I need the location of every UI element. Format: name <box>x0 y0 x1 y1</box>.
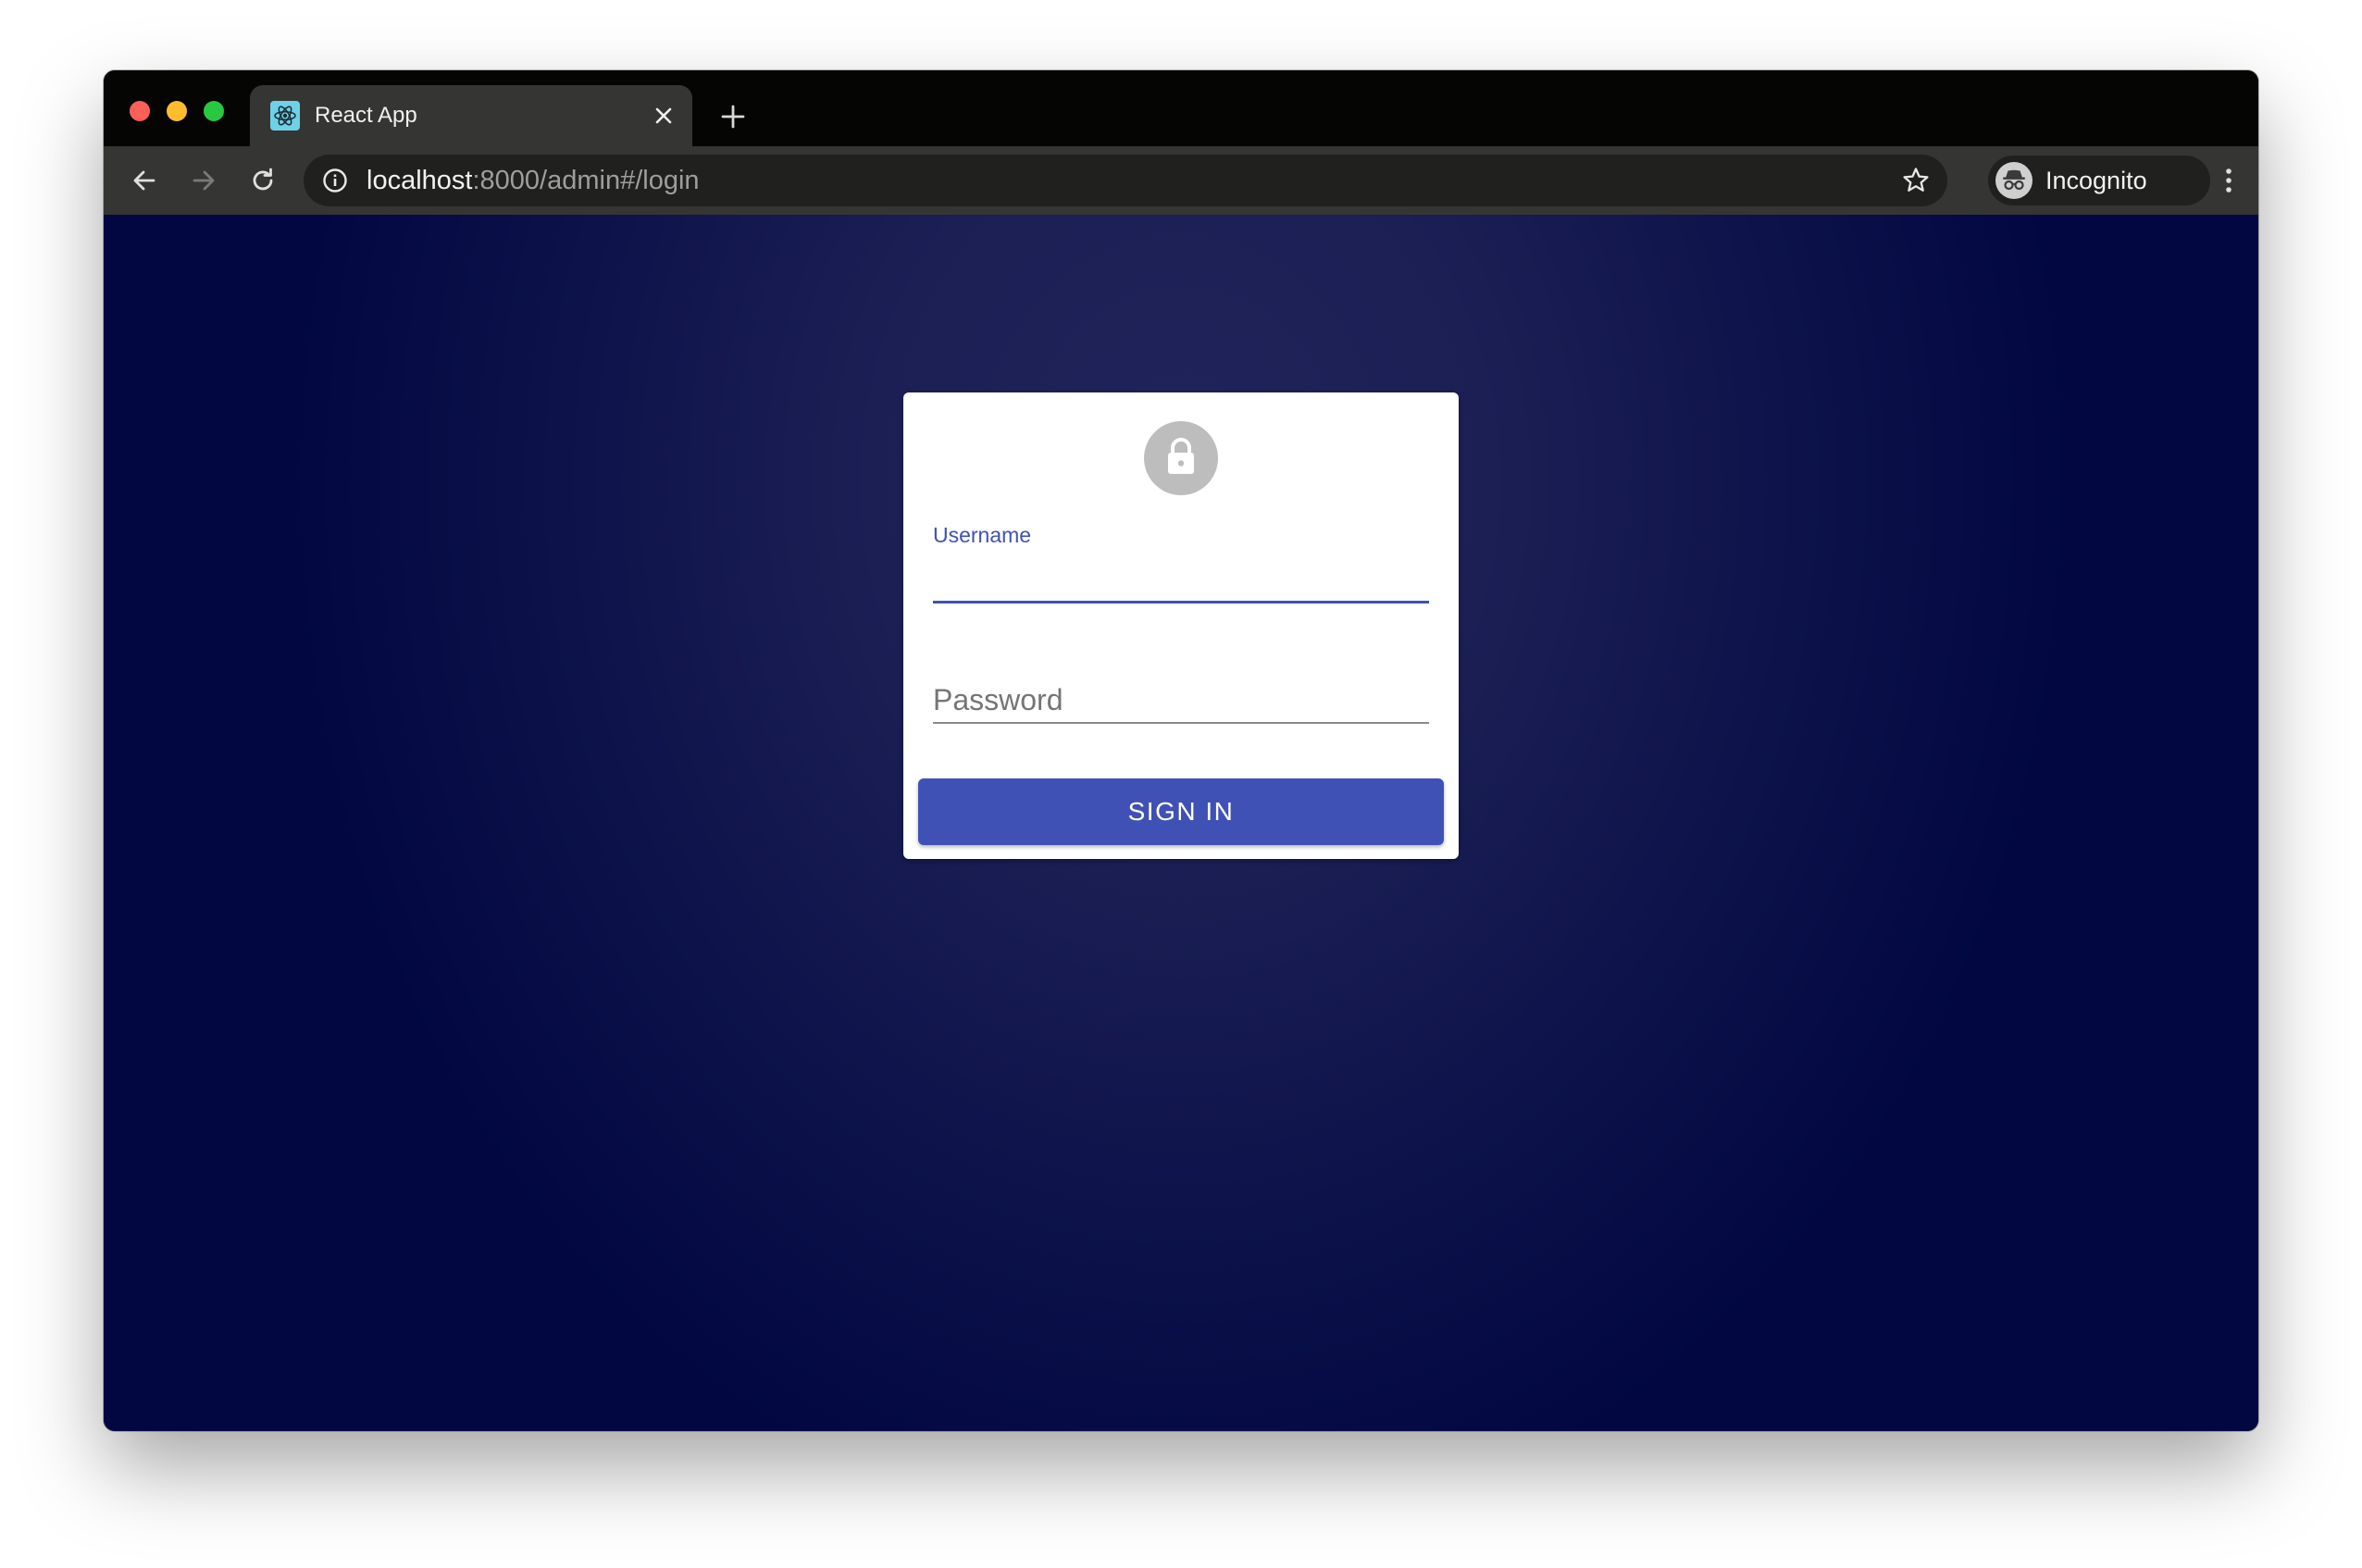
incognito-label: Incognito <box>2045 167 2147 194</box>
arrow-right-icon[interactable] <box>185 162 222 199</box>
maximize-window-button[interactable] <box>204 101 224 121</box>
password-underline <box>933 722 1429 724</box>
password-field[interactable]: Password <box>933 635 1429 724</box>
plus-icon[interactable] <box>715 98 752 135</box>
tab-react-app[interactable]: React App <box>250 85 692 146</box>
react-logo-icon <box>270 101 300 131</box>
username-underline <box>933 601 1429 604</box>
browser-toolbar: localhost:8000/admin#/login Incognito <box>104 146 2258 215</box>
star-icon[interactable] <box>1901 166 1931 195</box>
tab-strip: React App <box>104 70 2258 146</box>
url-path: :8000/admin#/login <box>472 166 700 195</box>
incognito-profile-button[interactable]: Incognito <box>1988 156 2210 205</box>
username-label: Username <box>933 523 1032 547</box>
lock-avatar <box>1144 421 1218 495</box>
username-field[interactable]: Username <box>933 522 1429 604</box>
arrow-left-icon[interactable] <box>126 162 163 199</box>
page-background: Username Password SIGN IN <box>104 215 2258 1431</box>
minimize-window-button[interactable] <box>167 101 187 121</box>
username-input[interactable] <box>933 557 1429 604</box>
address-bar[interactable]: localhost:8000/admin#/login <box>304 155 1947 206</box>
close-window-button[interactable] <box>130 101 150 121</box>
url-host: localhost <box>367 166 473 195</box>
more-vertical-icon[interactable] <box>2210 162 2247 199</box>
password-input[interactable] <box>933 678 1429 724</box>
login-card: Username Password SIGN IN <box>903 392 1459 859</box>
reload-icon[interactable] <box>244 162 281 199</box>
incognito-icon <box>1995 162 2033 199</box>
tab-title: React App <box>315 103 417 128</box>
sign-in-button[interactable]: SIGN IN <box>918 778 1444 845</box>
info-icon[interactable] <box>322 168 348 193</box>
browser-window: React App localhost:8000/admin#/login In… <box>104 70 2258 1431</box>
lock-icon <box>1162 436 1200 481</box>
close-icon[interactable] <box>648 100 679 131</box>
url-text: localhost:8000/admin#/login <box>367 166 700 195</box>
